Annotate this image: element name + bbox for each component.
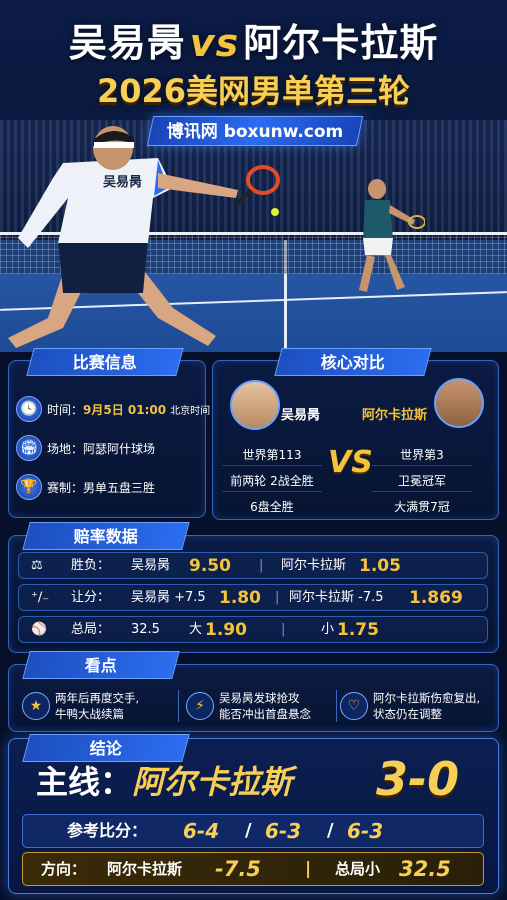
matchup-header-label: 核心对比 <box>320 353 385 372</box>
scale-icon: ⚖ <box>31 558 43 573</box>
total-under-label: 小 <box>321 622 335 637</box>
handicap-a-name: 吴易昺 +7.5 <box>131 590 206 605</box>
player-wu-image: 吴易昺 <box>8 126 238 348</box>
handicap-a-odds: 1.80 <box>219 588 261 608</box>
stadium-icon: 🏟 <box>16 435 42 461</box>
time-value: 9月5日 01:00 <box>83 402 167 417</box>
total-sep: | <box>281 622 286 637</box>
headline-player-b: 阿尔卡拉斯 <box>243 21 439 65</box>
total-under-odds: 1.75 <box>337 620 379 640</box>
handicap-sep: | <box>275 590 280 605</box>
matchup-header: 核心对比 <box>274 348 432 376</box>
dir-total-label: 总局小 <box>335 860 381 878</box>
ref-sep: / <box>245 820 252 841</box>
trophy-icon: 🏆 <box>16 474 42 500</box>
brand-banner[interactable]: 博讯网 boxunw.com <box>146 116 364 146</box>
player-alcaraz-image <box>359 179 425 292</box>
highlight-item-1: ★ 两年后再度交手, 牛鸭大战续篇 <box>22 682 172 730</box>
dir-label: 方向： <box>41 860 87 878</box>
divider <box>178 690 179 722</box>
ref-set-2: 6-3 <box>265 819 302 843</box>
total-over-label: 大 <box>189 622 203 637</box>
headline-player-a: 吴易昺 <box>68 21 186 65</box>
ref-set-3: 6-3 <box>347 819 384 843</box>
left-stat-form: 前两轮 2战全胜 <box>222 470 322 492</box>
total-label: 总局： <box>71 622 111 637</box>
reference-score-bar: 参考比分： 6-4 / 6-3 / 6-3 <box>22 814 484 848</box>
highlight-item-2: ⚡ 吴易昺发球抢攻 能否冲出首盘悬念 <box>186 682 336 730</box>
main-label: 主线： <box>36 763 133 801</box>
odds-row-total: ⚾ 总局： 32.5 大 1.90 | 小 1.75 <box>18 616 488 643</box>
highlight-1-line1: 两年后再度交手, <box>55 691 140 705</box>
headline-subtitle: 2026美网男单第三轮 <box>96 72 411 110</box>
star-icon: ★ <box>22 692 50 720</box>
win-label: 胜负： <box>71 558 111 573</box>
right-stat-slams: 大满贯7冠 <box>394 500 450 514</box>
dir-total: 32.5 <box>399 857 451 881</box>
racket-icon <box>235 165 280 206</box>
dir-line: -7.5 <box>215 857 261 881</box>
dir-sep: | <box>305 859 312 879</box>
time-label: 时间： <box>47 402 84 417</box>
highlights-header-label: 看点 <box>84 656 117 675</box>
total-over-odds: 1.90 <box>205 620 247 640</box>
plus-minus-icon: ⁺∕₋ <box>31 590 50 605</box>
headline-matchup: 吴易昺 vs 阿尔卡拉斯 <box>0 12 507 67</box>
venue-row: 🏟 场地：阿瑟阿什球场 <box>16 433 155 463</box>
highlight-item-3: ♡ 阿尔卡拉斯伤愈复出, 状态仍在调整 <box>340 682 495 730</box>
right-stat-rank: 世界第3 <box>372 444 472 466</box>
win-a-odds: 9.50 <box>189 556 231 576</box>
odds-row-win: ⚖ 胜负： 吴易昺 9.50 | 阿尔卡拉斯 1.05 <box>18 552 488 579</box>
hero-banner: 吴易昺 吴易昺 vs 阿尔卡拉斯 2026美网男单第三轮 博讯网 boxunw.co… <box>0 0 507 352</box>
main-pick: 阿尔卡拉斯 <box>132 763 293 801</box>
main-pick-line: 主线：阿尔卡拉斯 <box>36 757 292 803</box>
ref-set-1: 6-4 <box>183 819 220 843</box>
win-a-name: 吴易昺 <box>131 558 171 573</box>
brand-label: 博讯网 boxunw.com <box>166 122 344 142</box>
main-score: 3-0 <box>376 752 460 806</box>
highlight-3-line1: 阿尔卡拉斯伤愈复出, <box>373 691 481 705</box>
player-alcaraz-avatar <box>434 378 484 428</box>
win-sep: | <box>259 558 264 573</box>
handicap-b-odds: 1.869 <box>409 588 463 608</box>
dir-pick: 阿尔卡拉斯 <box>107 860 183 878</box>
headline-vs: vs <box>189 21 240 65</box>
format-row: 🏆 赛制：男单五盘三胜 <box>16 472 155 502</box>
left-stat-rank: 世界第113 <box>222 444 322 466</box>
handicap-b-name: 阿尔卡拉斯 -7.5 <box>289 590 384 605</box>
left-stat-sets: 6盘全胜 <box>250 500 294 514</box>
lightning-icon: ⚡ <box>186 692 214 720</box>
match-info-header: 比赛信息 <box>26 348 184 376</box>
ref-sep: / <box>327 820 334 841</box>
clock-icon: 🕓 <box>16 396 42 422</box>
ref-label: 参考比分： <box>67 821 148 840</box>
highlight-3-line2: 状态仍在调整 <box>373 707 442 721</box>
win-b-name: 阿尔卡拉斯 <box>281 558 347 573</box>
divider <box>336 690 337 722</box>
match-info-header-label: 比赛信息 <box>72 353 137 372</box>
win-b-odds: 1.05 <box>359 556 401 576</box>
highlight-2-line2: 能否冲出首盘悬念 <box>219 707 311 721</box>
heart-icon: ♡ <box>340 692 368 720</box>
venue-text: 场地：阿瑟阿什球场 <box>47 441 156 456</box>
format-text: 赛制：男单五盘三胜 <box>47 480 156 495</box>
highlight-2-line1: 吴易昺发球抢攻 <box>219 691 300 705</box>
shirt-label: 吴易昺 <box>103 175 142 190</box>
right-stat-title: 卫冕冠军 <box>372 470 472 492</box>
matchup-vs: VS <box>328 445 373 480</box>
time-zone: 北京时间 <box>170 405 211 417</box>
time-row: 🕓 时间： 9月5日 01:00 北京时间 <box>16 394 210 424</box>
highlights-header: 看点 <box>22 651 180 679</box>
highlight-1-line2: 牛鸭大战续篇 <box>55 707 124 721</box>
odds-header-label: 赔率数据 <box>73 527 138 546</box>
matchup-right-name: 阿尔卡拉斯 <box>362 408 428 423</box>
odds-header: 赔率数据 <box>22 522 190 550</box>
direction-bar: 方向： 阿尔卡拉斯 -7.5 | 总局小 32.5 <box>22 852 484 886</box>
matchup-left-name: 吴易昺 <box>281 408 321 423</box>
tennis-ball-icon: ⚾ <box>31 622 48 637</box>
handicap-label: 让分： <box>71 590 111 605</box>
player-wu-avatar <box>230 380 280 430</box>
odds-row-handicap: ⁺∕₋ 让分： 吴易昺 +7.5 1.80 | 阿尔卡拉斯 -7.5 1.869 <box>18 584 488 611</box>
total-line: 32.5 <box>131 622 160 637</box>
